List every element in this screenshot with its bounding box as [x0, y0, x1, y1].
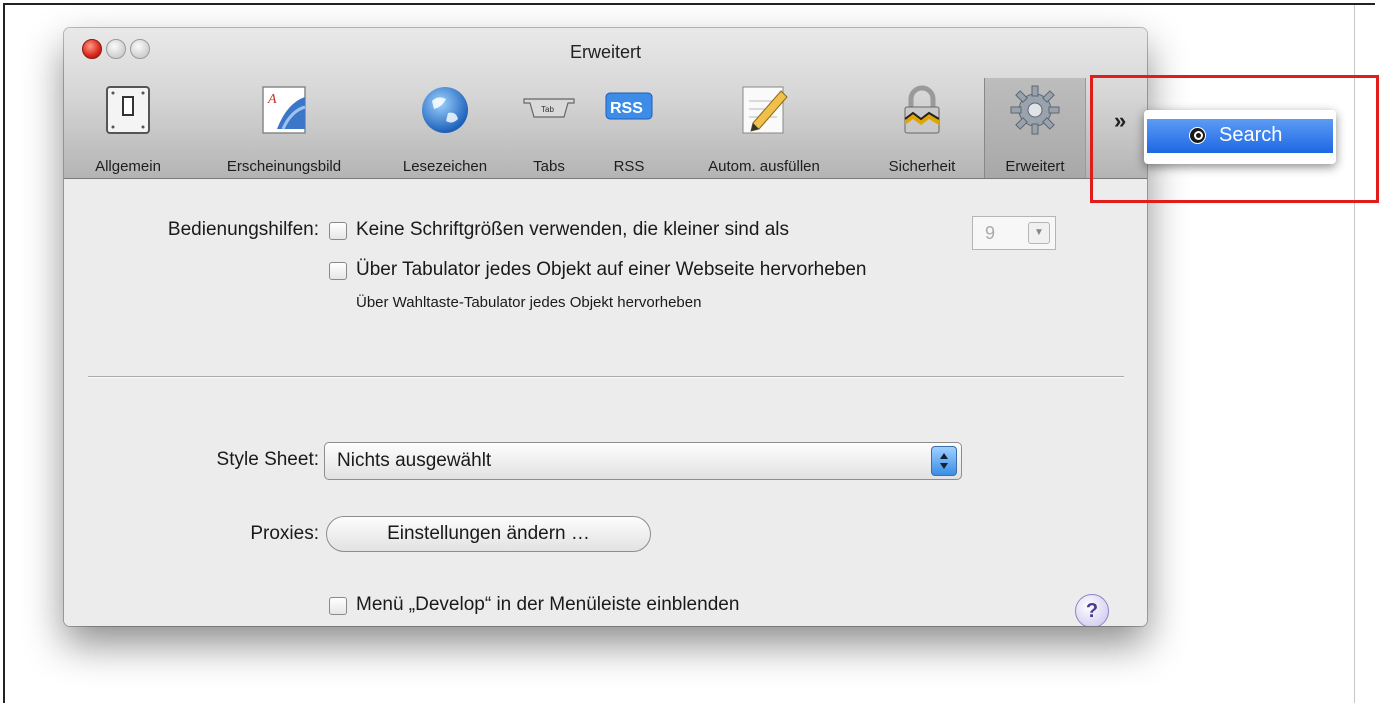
min-font-checkbox[interactable] [329, 222, 347, 240]
toolbar-item-sicherheit[interactable]: Sicherheit [866, 78, 978, 178]
develop-menu-option-label: Menü „Develop“ in der Menüleiste einblen… [356, 594, 740, 615]
search-menu-item-label: Search [1219, 124, 1283, 146]
toolbar-item-erscheinungsbild[interactable]: A Erscheinungsbild [198, 78, 370, 178]
tab-highlight-option-label: Über Tabulator jedes Objekt auf einer We… [356, 259, 867, 280]
toolbar-item-allgemein[interactable]: Allgemein [78, 78, 178, 178]
switch-icon [106, 86, 150, 134]
proxies-label: Proxies: [250, 523, 319, 544]
toolbar-item-autofill[interactable]: Autom. ausfüllen [674, 78, 854, 178]
preferences-window: Erweitert Allgemein A Erscheinungsbild L… [64, 28, 1147, 626]
change-settings-button[interactable]: Einstellungen ändern … [326, 516, 651, 552]
toolbar-label-allgemein: Allgemein [95, 158, 161, 175]
globe-icon [422, 87, 468, 133]
toolbar-item-rss[interactable]: RSS RSS [594, 78, 664, 178]
svg-text:Tab: Tab [541, 105, 554, 114]
gear-icon [1010, 85, 1060, 135]
popup-stepper-icon [931, 446, 957, 476]
toolbar-label-sicherheit: Sicherheit [888, 158, 956, 175]
pencil-icon [742, 86, 788, 134]
toolbar-label-rss: RSS [613, 158, 645, 175]
toolbar-item-lesezeichen[interactable]: Lesezeichen [380, 78, 510, 178]
tab-highlight-checkbox[interactable] [329, 262, 347, 280]
search-menu-item[interactable]: Search [1147, 119, 1333, 153]
overflow-menu: Search [1144, 110, 1336, 164]
search-icon [1189, 127, 1206, 144]
appearance-icon: A [262, 86, 306, 134]
style-sheet-label: Style Sheet: [216, 449, 319, 470]
help-button[interactable]: ? [1075, 594, 1109, 626]
tab-icon: Tab [523, 98, 575, 118]
toolbar-label-autofill: Autom. ausfüllen [708, 158, 820, 175]
toolbar-label-tabs: Tabs [533, 158, 565, 175]
svg-text:RSS: RSS [610, 100, 643, 117]
min-font-size-value: 9 [985, 223, 996, 243]
rss-icon: RSS [605, 92, 653, 120]
svg-text:A: A [267, 92, 277, 107]
tab-highlight-note: Über Wahltaste-Tabulator jedes Objekt he… [356, 294, 702, 311]
toolbar: Erweitert Allgemein A Erscheinungsbild L… [64, 28, 1147, 179]
frame-edge [1353, 3, 1375, 5]
window-title: Erweitert [569, 42, 641, 62]
advanced-pane: Bedienungshilfen: Keine Schriftgrößen ve… [64, 179, 1147, 626]
toolbar-label-erscheinungsbild: Erscheinungsbild [226, 158, 342, 175]
lock-icon [904, 85, 940, 134]
style-sheet-value: Nichts ausgewählt [337, 450, 492, 471]
chevron-down-icon: ▼ [1028, 222, 1050, 244]
separator [88, 376, 1124, 378]
toolbar-label-lesezeichen: Lesezeichen [402, 158, 488, 175]
accessibility-label: Bedienungshilfen: [167, 219, 319, 240]
toolbar-label-erweitert: Erweitert [1005, 158, 1065, 175]
min-font-option-label: Keine Schriftgrößen verwenden, die klein… [356, 219, 790, 240]
style-sheet-popup[interactable]: Nichts ausgewählt [324, 442, 962, 480]
toolbar-item-erweitert[interactable]: Erweitert [984, 78, 1086, 178]
toolbar-item-tabs[interactable]: Tab Tabs [516, 78, 582, 178]
min-font-size-select[interactable]: 9 ▼ [972, 216, 1056, 250]
develop-menu-checkbox[interactable] [329, 597, 347, 615]
